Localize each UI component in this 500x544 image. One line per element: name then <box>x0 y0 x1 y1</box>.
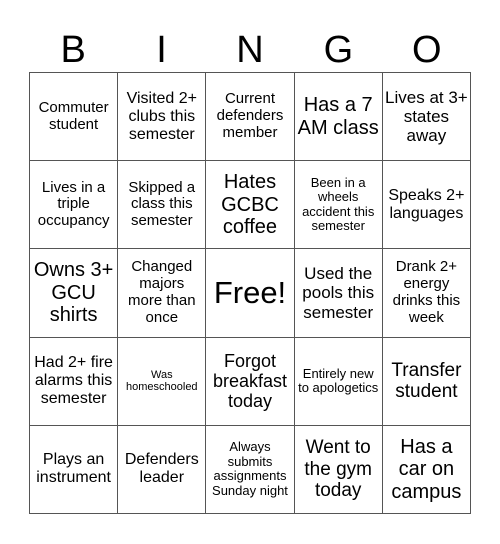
bingo-cell-r4-c2[interactable]: Always submits assignments Sunday night <box>206 425 295 514</box>
bingo-cell-r4-c3[interactable]: Went to the gym today <box>294 425 383 514</box>
cell-text: Commuter student <box>38 98 109 133</box>
bingo-cell-r3-c2[interactable]: Forgot breakfast today <box>206 337 295 426</box>
header-letter-n: N <box>236 29 264 71</box>
bingo-cell-r2-c3[interactable]: Used the pools this semester <box>294 249 383 338</box>
bingo-cell-r1-c1[interactable]: Skipped a class this semester <box>118 161 207 250</box>
cell-text: Went to the gym today <box>304 437 372 502</box>
bingo-cell-r1-c4[interactable]: Speaks 2+ languages <box>382 161 471 250</box>
bingo-cell-r0-c2[interactable]: Current defenders member <box>206 73 295 162</box>
free-space-text: Free! <box>213 274 287 310</box>
cell-text: Forgot breakfast today <box>212 350 288 412</box>
bingo-cell-r0-c3[interactable]: Has a 7 AM class <box>294 73 383 162</box>
cell-text: Changed majors more than once <box>128 258 196 326</box>
bingo-cell-r3-c4[interactable]: Transfer student <box>382 337 471 426</box>
cell-text: Always submits assignments Sunday night <box>212 439 288 498</box>
header-letter-b: B <box>60 29 86 71</box>
cell-text: Entirely new to apologetics <box>298 365 379 396</box>
cell-text: Used the pools this semester <box>302 264 375 322</box>
cell-text: Had 2+ fire alarms this semester <box>34 354 113 408</box>
bingo-cell-r0-c0[interactable]: Commuter student <box>30 73 119 162</box>
cell-text: Defenders leader <box>124 451 199 487</box>
bingo-cell-r1-c3[interactable]: Been in a wheels accident this semester <box>294 161 383 250</box>
bingo-cell-r1-c2[interactable]: Hates GCBC coffee <box>206 161 295 250</box>
cell-text: Has a 7 AM class <box>297 94 379 139</box>
bingo-cell-r3-c3[interactable]: Entirely new to apologetics <box>294 337 383 426</box>
cell-text: Speaks 2+ languages <box>388 186 465 222</box>
cell-text: Has a car on campus <box>391 435 462 503</box>
cell-text: Plays an instrument <box>36 451 111 487</box>
header-letter-i: I <box>156 29 167 71</box>
cell-text: Been in a wheels accident this semester <box>302 174 375 234</box>
cell-text: Lives at 3+ states away <box>385 88 468 146</box>
cell-text: Skipped a class this semester <box>128 178 196 230</box>
header-letter-g: G <box>323 29 354 71</box>
free-space[interactable]: Free! <box>206 249 295 338</box>
cell-text: Visited 2+ clubs this semester <box>126 89 197 143</box>
cell-text: Owns 3+ GCU shirts <box>33 259 114 327</box>
bingo-header: B I N G O <box>29 28 471 72</box>
bingo-cell-r3-c1[interactable]: Was homeschooled <box>118 337 207 426</box>
bingo-cell-r2-c0[interactable]: Owns 3+ GCU shirts <box>30 249 119 338</box>
bingo-cell-r0-c4[interactable]: Lives at 3+ states away <box>382 73 471 162</box>
bingo-cell-r3-c0[interactable]: Had 2+ fire alarms this semester <box>30 337 119 426</box>
bingo-cell-r2-c1[interactable]: Changed majors more than once <box>118 249 207 338</box>
bingo-cell-r2-c4[interactable]: Drank 2+ energy drinks this week <box>382 249 471 338</box>
cell-text: Drank 2+ energy drinks this week <box>392 258 461 326</box>
header-letter-o: O <box>411 29 442 71</box>
bingo-cell-r1-c0[interactable]: Lives in a triple occupancy <box>30 161 119 250</box>
bingo-cell-r4-c4[interactable]: Has a car on campus <box>382 425 471 514</box>
cell-text: Lives in a triple occupancy <box>37 178 110 230</box>
cell-text: Current defenders member <box>216 90 284 141</box>
bingo-cell-r0-c1[interactable]: Visited 2+ clubs this semester <box>118 73 207 162</box>
bingo-card-grid: Commuter student Visited 2+ clubs this s… <box>29 72 471 514</box>
cell-text: Was homeschooled <box>126 368 198 394</box>
cell-text: Transfer student <box>391 359 462 403</box>
bingo-cell-r4-c0[interactable]: Plays an instrument <box>30 425 119 514</box>
cell-text: Hates GCBC coffee <box>221 171 279 238</box>
bingo-cell-r4-c1[interactable]: Defenders leader <box>118 425 207 514</box>
